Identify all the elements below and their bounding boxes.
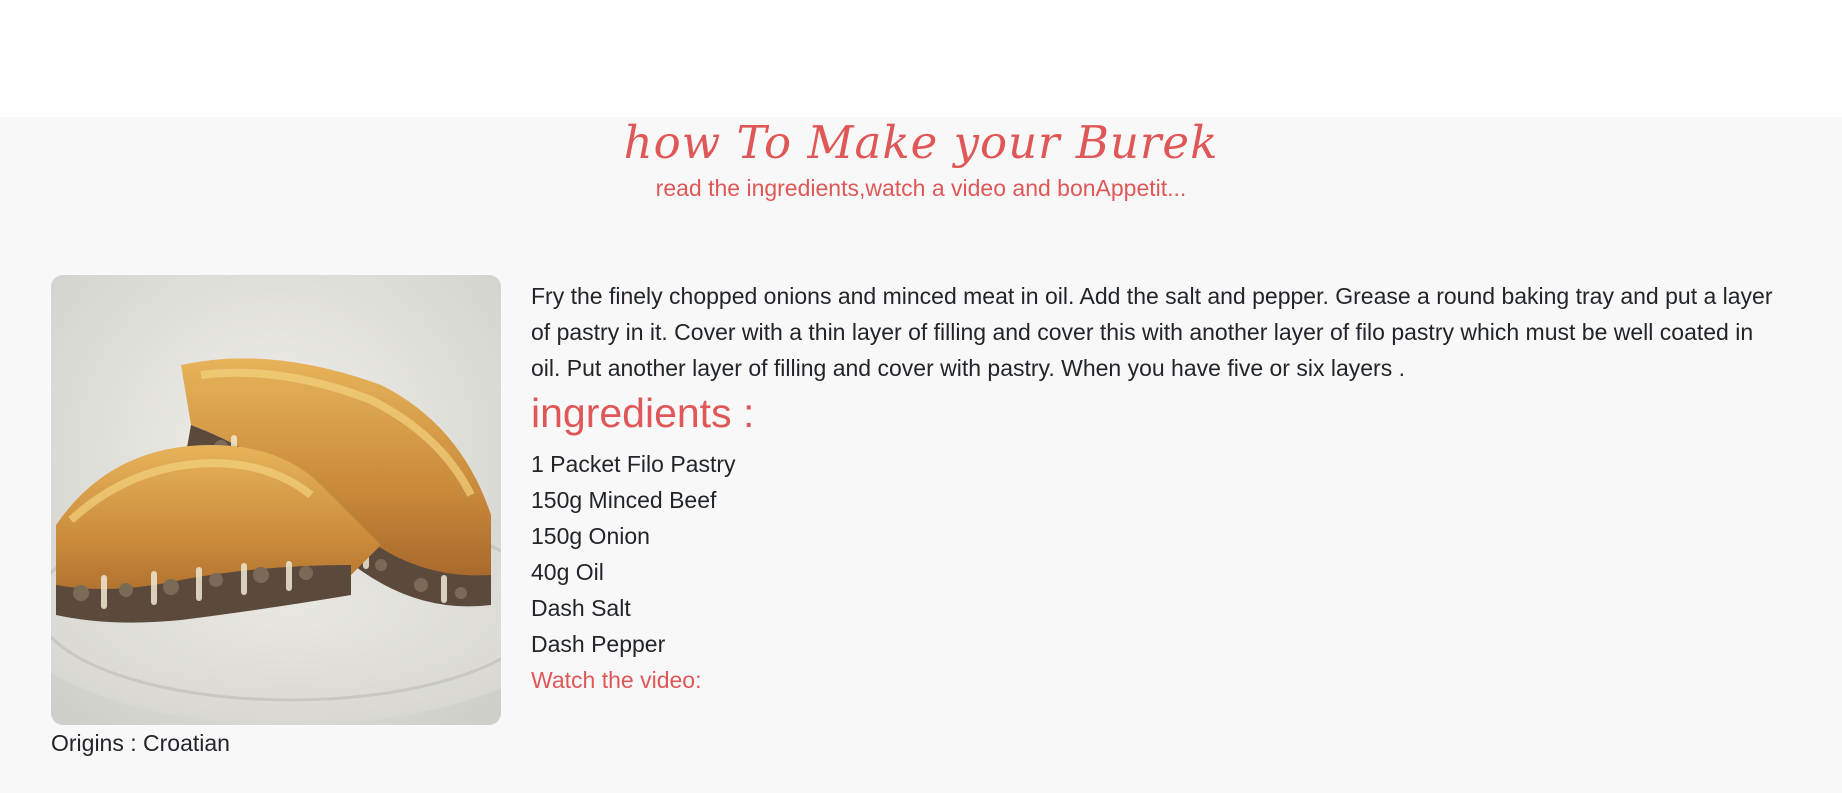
recipe-section: how To Make your Burek read the ingredie…: [0, 117, 1842, 793]
ingredient-item: 150g Minced Beef: [531, 487, 717, 513]
burek-illustration: [51, 275, 501, 725]
origin-label: Origins : Croatian: [51, 730, 230, 756]
ingredient-item: 1 Packet Filo Pastry: [531, 451, 736, 477]
top-bar: [0, 0, 1842, 117]
ingredient-item: Dash Pepper: [531, 631, 666, 657]
ingredients-heading: ingredients :: [531, 390, 755, 436]
ingredients-list: 1 Packet Filo Pastry 150g Minced Beef 15…: [531, 446, 1781, 662]
watch-video-link[interactable]: Watch the video:: [531, 662, 1781, 698]
page-subtitle: read the ingredients,watch a video and b…: [655, 175, 1187, 201]
page-title: how To Make your Burek: [623, 116, 1219, 169]
recipe-content: Fry the finely chopped onions and minced…: [531, 278, 1781, 698]
ingredient-item: 40g Oil: [531, 559, 604, 585]
recipe-description: Fry the finely chopped onions and minced…: [531, 283, 1773, 381]
ingredient-item: 150g Onion: [531, 523, 650, 549]
burek-photo: [51, 275, 501, 725]
ingredient-item: Dash Salt: [531, 595, 631, 621]
